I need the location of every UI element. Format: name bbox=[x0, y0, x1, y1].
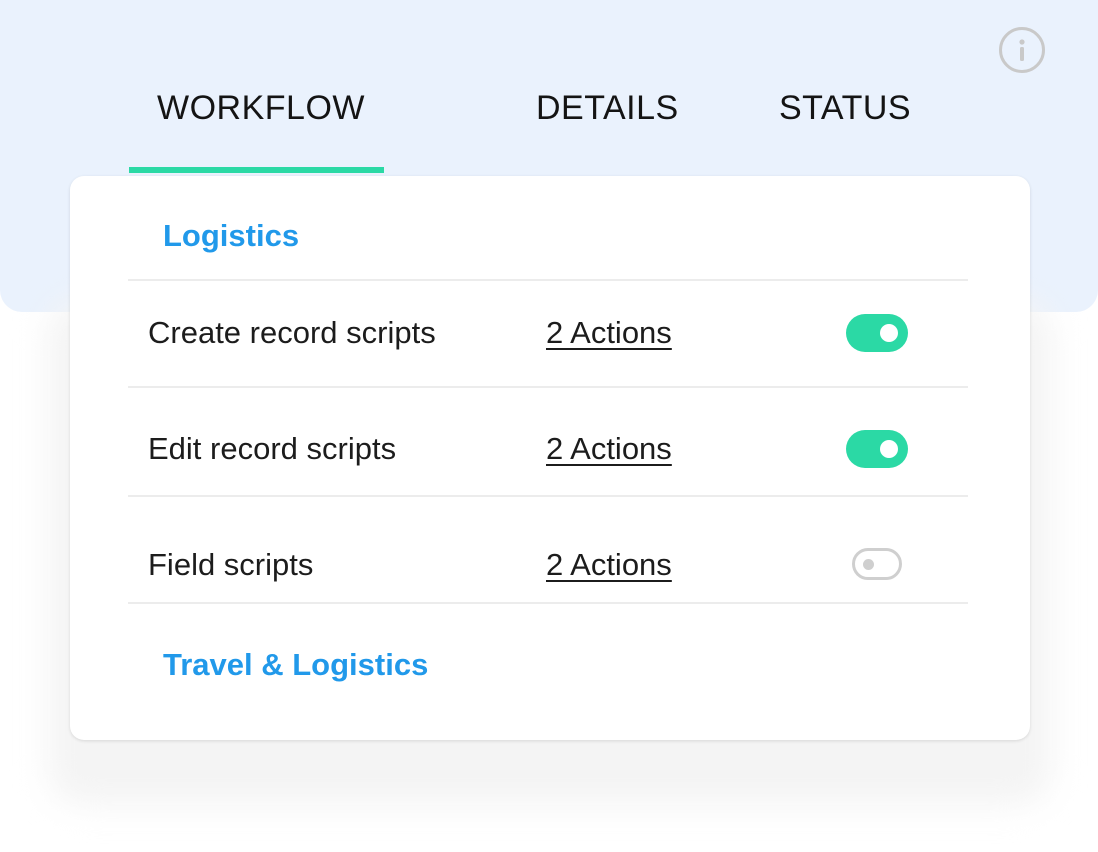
info-icon[interactable] bbox=[999, 27, 1045, 73]
list-item-create-record-scripts: Create record scripts 2 Actions bbox=[128, 303, 968, 363]
row-label: Field scripts bbox=[148, 547, 314, 582]
enable-toggle[interactable] bbox=[846, 430, 908, 468]
toggle-knob bbox=[880, 440, 898, 458]
divider bbox=[128, 495, 968, 497]
divider bbox=[128, 279, 968, 281]
info-icon-glyph bbox=[1019, 39, 1025, 61]
toggle-knob bbox=[880, 324, 898, 342]
tab-workflow[interactable]: WORKFLOW bbox=[157, 86, 365, 130]
row-label: Edit record scripts bbox=[148, 431, 397, 466]
tab-status[interactable]: STATUS bbox=[779, 86, 911, 130]
row-label: Create record scripts bbox=[148, 315, 436, 350]
actions-link[interactable]: 2 Actions bbox=[546, 535, 672, 595]
divider bbox=[128, 386, 968, 388]
enable-toggle[interactable] bbox=[852, 548, 902, 580]
active-tab-indicator bbox=[129, 167, 384, 173]
group-title-logistics: Logistics bbox=[163, 218, 300, 253]
list-item-field-scripts: Field scripts 2 Actions bbox=[128, 535, 968, 595]
group-title-travel-logistics: Travel & Logistics bbox=[163, 647, 429, 682]
toggle-knob bbox=[863, 559, 874, 570]
workflow-card: Logistics Create record scripts 2 Action… bbox=[70, 176, 1030, 740]
list-item-edit-record-scripts: Edit record scripts 2 Actions bbox=[128, 419, 968, 479]
actions-link[interactable]: 2 Actions bbox=[546, 419, 672, 479]
actions-link[interactable]: 2 Actions bbox=[546, 303, 672, 363]
enable-toggle[interactable] bbox=[846, 314, 908, 352]
tab-details[interactable]: DETAILS bbox=[536, 86, 679, 130]
divider bbox=[128, 602, 968, 604]
